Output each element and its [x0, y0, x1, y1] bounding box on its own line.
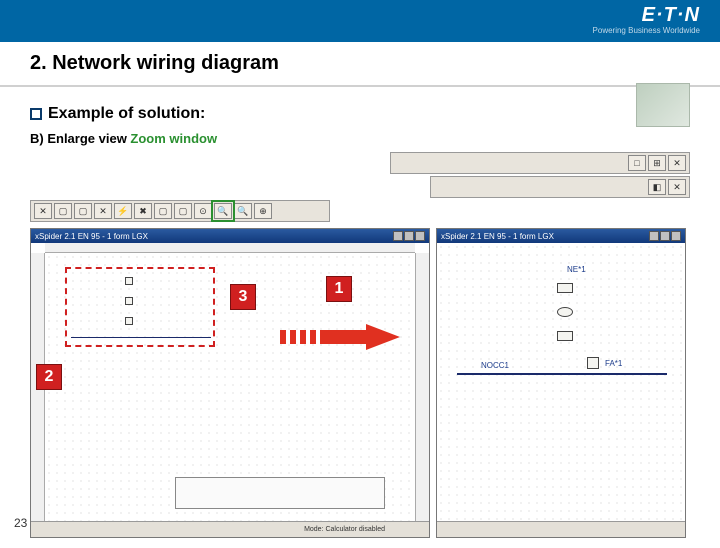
toolbar-area: □ ⊞ ✕ ◧ ✕ ✕ ▢ ▢ ✕ ⚡ ✖ ▢ ▢ ⊙ 🔍 🔍 ⊕ [30, 152, 690, 222]
status-bar: Mode: Calculator disabled [31, 521, 429, 537]
symbol [557, 307, 573, 317]
status-cell: Mode: Calculator disabled [304, 526, 385, 533]
toolbar-btn[interactable]: ⊕ [254, 203, 272, 219]
status-bar [437, 521, 685, 537]
symbol [125, 317, 133, 325]
title-block [175, 477, 385, 509]
left-app-window: xSpider 2.1 EN 95 - 1 form LGX Mode: Cal… [30, 228, 430, 538]
label-fa1: FA*1 [605, 359, 622, 368]
big-red-arrow-icon [280, 324, 400, 350]
toolbar-btn[interactable]: ✕ [94, 203, 112, 219]
square-bullet-icon [30, 108, 42, 120]
ruler-horizontal [45, 243, 415, 253]
toolbar-btn[interactable]: ▢ [54, 203, 72, 219]
window-titlebar: xSpider 2.1 EN 95 - 1 form LGX [31, 229, 429, 243]
window-title: xSpider 2.1 EN 95 - 1 form LGX [35, 232, 148, 241]
content-area: Example of solution: B) Enlarge view Zoo… [0, 87, 720, 548]
toolbar-btn[interactable]: ▢ [154, 203, 172, 219]
toolbar-btn[interactable]: ✖ [134, 203, 152, 219]
toolbar-btn[interactable]: ✕ [668, 179, 686, 195]
label-nocc: NOCC1 [481, 361, 509, 370]
min-icon[interactable] [393, 231, 403, 241]
subline-prefix: B) Enlarge view [30, 131, 130, 146]
min-icon[interactable] [649, 231, 659, 241]
title-row: 2. Network wiring diagram [0, 42, 720, 81]
max-icon[interactable] [404, 231, 414, 241]
logo-text: E·T·N [642, 4, 700, 27]
brand-bar: E·T·N Powering Business Worldwide [0, 0, 720, 42]
bullet-row: Example of solution: [30, 105, 690, 123]
toolbar-btn[interactable]: ◧ [648, 179, 666, 195]
symbol [557, 283, 573, 293]
callout-2: 2 [36, 364, 62, 390]
label-ne1: NE*1 [567, 265, 586, 274]
ruler-vertical-right [415, 253, 429, 521]
bullet-text: Example of solution: [48, 105, 205, 123]
slide-title: 2. Network wiring diagram [30, 52, 690, 75]
subline: B) Enlarge view Zoom window [30, 131, 690, 146]
close-icon[interactable] [415, 231, 425, 241]
close-icon[interactable] [671, 231, 681, 241]
toolbar-btn[interactable]: □ [628, 155, 646, 171]
symbol [587, 357, 599, 369]
bus-line [71, 337, 211, 338]
toolbar-row-1: □ ⊞ ✕ [390, 152, 690, 174]
toolbar-btn[interactable]: ⚡ [114, 203, 132, 219]
zoom-window-button[interactable]: 🔍 [214, 203, 232, 219]
right-app-window: xSpider 2.1 EN 95 - 1 form LGX NE*1 NOCC… [436, 228, 686, 538]
toolbar-btn[interactable]: ⊙ [194, 203, 212, 219]
symbol [125, 277, 133, 285]
toolbar-btn[interactable]: ✕ [34, 203, 52, 219]
drawing-canvas-zoomed[interactable]: NE*1 NOCC1 FA*1 [437, 243, 685, 521]
page-number: 23 [14, 516, 27, 530]
callout-3: 3 [230, 284, 256, 310]
symbol [125, 297, 133, 305]
max-icon[interactable] [660, 231, 670, 241]
toolbar-btn[interactable]: ▢ [74, 203, 92, 219]
window-controls [393, 231, 425, 241]
toolbar-btn[interactable]: ⊞ [648, 155, 666, 171]
toolbar-row-2: ◧ ✕ [430, 176, 690, 198]
subline-green: Zoom window [130, 131, 217, 146]
panes-row: xSpider 2.1 EN 95 - 1 form LGX Mode: Cal… [30, 228, 690, 538]
window-controls [649, 231, 681, 241]
red-selection-box [65, 267, 215, 347]
bus-line [457, 373, 667, 375]
window-titlebar: xSpider 2.1 EN 95 - 1 form LGX [437, 229, 685, 243]
toolbar-btn[interactable]: ▢ [174, 203, 192, 219]
callout-1: 1 [326, 276, 352, 302]
chip-graphic-icon [636, 83, 690, 127]
toolbar-btn[interactable]: ✕ [668, 155, 686, 171]
symbol [557, 331, 573, 341]
logo-tagline: Powering Business Worldwide [593, 26, 700, 35]
toolbar-btn[interactable]: 🔍 [234, 203, 252, 219]
window-title: xSpider 2.1 EN 95 - 1 form LGX [441, 232, 554, 241]
toolbar-row-3: ✕ ▢ ▢ ✕ ⚡ ✖ ▢ ▢ ⊙ 🔍 🔍 ⊕ [30, 200, 330, 222]
